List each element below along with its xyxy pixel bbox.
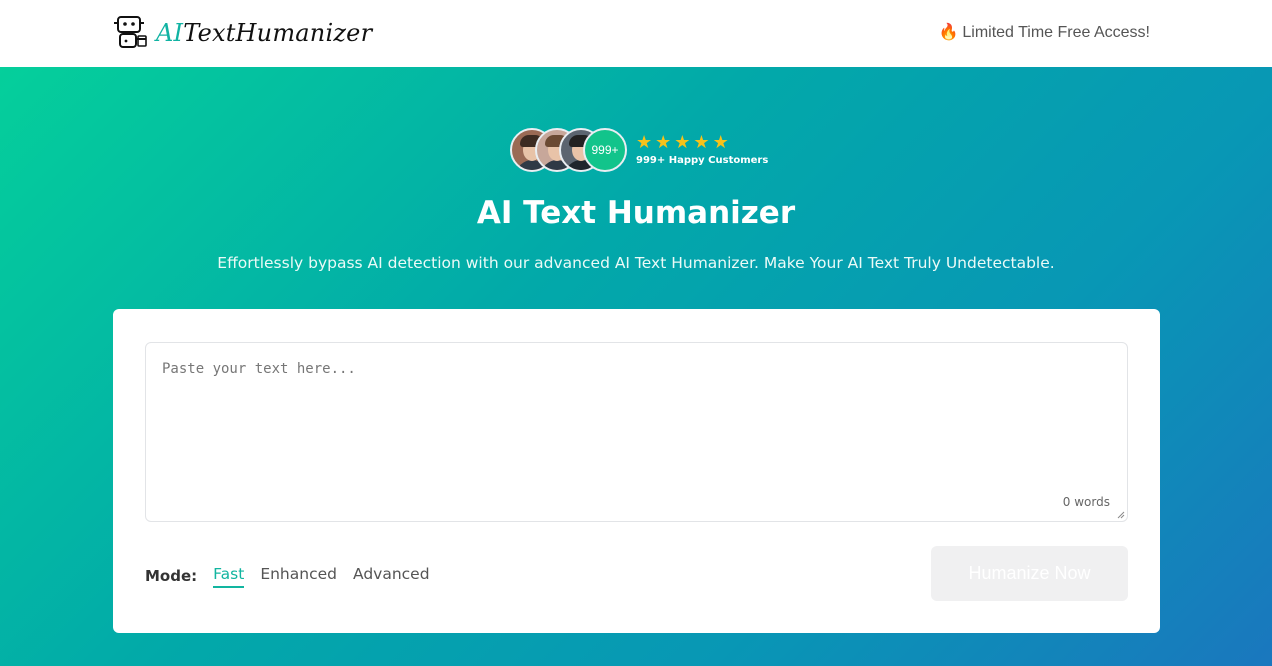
- star-icon: ★: [712, 132, 729, 153]
- page-subtitle: Effortlessly bypass AI detection with ou…: [217, 254, 1055, 272]
- free-access-promo: 🔥 Limited Time Free Access!: [938, 22, 1150, 42]
- text-input-box: 0 words: [145, 342, 1128, 522]
- page-title: AI Text Humanizer: [476, 195, 796, 231]
- mode-enhanced-tab[interactable]: Enhanced: [260, 565, 337, 588]
- resize-handle-icon[interactable]: [1117, 511, 1125, 519]
- promo-text: Limited Time Free Access!: [962, 24, 1150, 41]
- star-icon: ★: [655, 132, 672, 153]
- star-icon: ★: [636, 132, 653, 153]
- mode-fast-tab[interactable]: Fast: [213, 565, 245, 588]
- fire-icon: 🔥: [938, 24, 959, 41]
- mode-selector: Mode: Fast Enhanced Advanced: [145, 563, 446, 589]
- rating-block: ★ ★ ★ ★ ★ 999+ Happy Customers: [636, 134, 769, 167]
- humanizer-card: 0 words Mode: Fast Enhanced Advanced Hum…: [113, 309, 1160, 633]
- customer-count-badge: 999+: [583, 128, 627, 172]
- mode-label: Mode:: [145, 567, 198, 585]
- happy-customers-caption: 999+ Happy Customers: [636, 155, 769, 166]
- star-icon: ★: [674, 132, 691, 153]
- logo-ai-part: AI: [156, 19, 184, 47]
- hero-section: 999+ ★ ★ ★ ★ ★ 999+ Happy Customers AI T…: [0, 67, 1272, 666]
- logo-wordmark: AITextHumanizer: [156, 19, 372, 47]
- social-proof: 999+ ★ ★ ★ ★ ★ 999+ Happy Customers: [510, 127, 768, 173]
- text-input[interactable]: [146, 343, 1127, 521]
- humanize-now-button[interactable]: Humanize Now: [931, 546, 1128, 601]
- robot-logo-icon: [114, 16, 147, 48]
- mode-advanced-tab[interactable]: Advanced: [353, 565, 430, 588]
- logo-text-part: TextHumanizer: [183, 19, 373, 47]
- site-logo[interactable]: AITextHumanizer: [112, 14, 372, 52]
- customer-avatars: 999+: [510, 127, 628, 173]
- star-icon: ★: [693, 132, 710, 153]
- top-navbar: AITextHumanizer 🔥 Limited Time Free Acces…: [0, 0, 1272, 67]
- star-rating: ★ ★ ★ ★ ★: [636, 134, 768, 152]
- word-count: 0 words: [1062, 495, 1110, 509]
